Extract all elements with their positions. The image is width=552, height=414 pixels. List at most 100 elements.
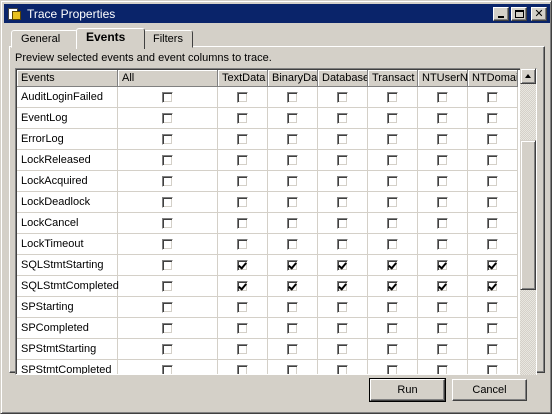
cancel-button[interactable]: Cancel: [452, 379, 527, 401]
checkbox[interactable]: [237, 175, 248, 187]
checkbox[interactable]: [437, 133, 448, 145]
checkbox[interactable]: [487, 133, 498, 145]
column-header[interactable]: All: [118, 70, 218, 87]
column-header[interactable]: TextData: [218, 70, 268, 87]
checkbox[interactable]: [387, 217, 398, 229]
scroll-up-button[interactable]: [520, 68, 536, 84]
checkbox[interactable]: [162, 196, 173, 208]
checkbox[interactable]: [162, 91, 173, 103]
checkbox[interactable]: [487, 280, 498, 292]
checkbox[interactable]: [162, 280, 173, 292]
checkbox[interactable]: [162, 217, 173, 229]
tab-general[interactable]: General: [11, 30, 78, 48]
column-header[interactable]: Events: [17, 70, 118, 87]
checkbox[interactable]: [162, 301, 173, 313]
checkbox[interactable]: [337, 364, 348, 374]
close-button[interactable]: ✕: [531, 6, 547, 21]
minimize-button[interactable]: [493, 6, 509, 21]
checkbox[interactable]: [287, 175, 298, 187]
checkbox[interactable]: [387, 301, 398, 313]
checkbox[interactable]: [437, 196, 448, 208]
checkbox[interactable]: [237, 112, 248, 124]
checkbox[interactable]: [437, 280, 448, 292]
checkbox[interactable]: [337, 112, 348, 124]
checkbox[interactable]: [287, 301, 298, 313]
checkbox[interactable]: [287, 238, 298, 250]
checkbox[interactable]: [487, 91, 498, 103]
checkbox[interactable]: [162, 364, 173, 374]
checkbox[interactable]: [337, 280, 348, 292]
checkbox[interactable]: [287, 280, 298, 292]
checkbox[interactable]: [387, 322, 398, 334]
checkbox[interactable]: [162, 322, 173, 334]
checkbox[interactable]: [387, 175, 398, 187]
checkbox[interactable]: [487, 322, 498, 334]
tab-events[interactable]: Events: [76, 28, 145, 49]
maximize-button[interactable]: [511, 6, 527, 21]
checkbox[interactable]: [287, 112, 298, 124]
checkbox[interactable]: [387, 259, 398, 271]
checkbox[interactable]: [287, 343, 298, 355]
checkbox[interactable]: [437, 301, 448, 313]
checkbox[interactable]: [437, 364, 448, 374]
column-header[interactable]: Transact: [368, 70, 418, 87]
checkbox[interactable]: [337, 154, 348, 166]
checkbox[interactable]: [487, 112, 498, 124]
checkbox[interactable]: [162, 133, 173, 145]
checkbox[interactable]: [437, 91, 448, 103]
checkbox[interactable]: [387, 154, 398, 166]
checkbox[interactable]: [287, 217, 298, 229]
checkbox[interactable]: [162, 175, 173, 187]
checkbox[interactable]: [437, 175, 448, 187]
checkbox[interactable]: [387, 343, 398, 355]
column-header[interactable]: Database: [318, 70, 368, 87]
checkbox[interactable]: [437, 112, 448, 124]
checkbox[interactable]: [487, 238, 498, 250]
checkbox[interactable]: [487, 364, 498, 374]
checkbox[interactable]: [287, 133, 298, 145]
scrollbar-track[interactable]: [520, 84, 536, 375]
checkbox[interactable]: [287, 259, 298, 271]
checkbox[interactable]: [437, 259, 448, 271]
checkbox[interactable]: [337, 343, 348, 355]
checkbox[interactable]: [337, 322, 348, 334]
checkbox[interactable]: [237, 154, 248, 166]
vertical-scrollbar[interactable]: [520, 68, 536, 375]
checkbox[interactable]: [337, 133, 348, 145]
checkbox[interactable]: [237, 196, 248, 208]
checkbox[interactable]: [487, 175, 498, 187]
checkbox[interactable]: [287, 364, 298, 374]
checkbox[interactable]: [162, 238, 173, 250]
checkbox[interactable]: [162, 343, 173, 355]
title-bar[interactable]: Trace Properties ✕: [4, 4, 550, 23]
checkbox[interactable]: [337, 259, 348, 271]
checkbox[interactable]: [162, 112, 173, 124]
column-header[interactable]: NTDomai: [468, 70, 518, 87]
checkbox[interactable]: [487, 301, 498, 313]
tab-filters[interactable]: Filters: [143, 30, 193, 48]
checkbox[interactable]: [237, 217, 248, 229]
checkbox[interactable]: [337, 175, 348, 187]
checkbox[interactable]: [237, 322, 248, 334]
scrollbar-thumb[interactable]: [520, 140, 536, 290]
checkbox[interactable]: [437, 238, 448, 250]
checkbox[interactable]: [237, 238, 248, 250]
checkbox[interactable]: [387, 133, 398, 145]
checkbox[interactable]: [387, 238, 398, 250]
checkbox[interactable]: [387, 364, 398, 374]
checkbox[interactable]: [287, 322, 298, 334]
checkbox[interactable]: [337, 301, 348, 313]
checkbox[interactable]: [437, 322, 448, 334]
checkbox[interactable]: [437, 217, 448, 229]
column-header[interactable]: BinaryDa: [268, 70, 318, 87]
checkbox[interactable]: [487, 259, 498, 271]
checkbox[interactable]: [337, 91, 348, 103]
checkbox[interactable]: [237, 91, 248, 103]
checkbox[interactable]: [237, 133, 248, 145]
column-header[interactable]: NTUserN: [418, 70, 468, 87]
checkbox[interactable]: [487, 343, 498, 355]
checkbox[interactable]: [287, 196, 298, 208]
checkbox[interactable]: [487, 154, 498, 166]
checkbox[interactable]: [162, 259, 173, 271]
checkbox[interactable]: [387, 196, 398, 208]
